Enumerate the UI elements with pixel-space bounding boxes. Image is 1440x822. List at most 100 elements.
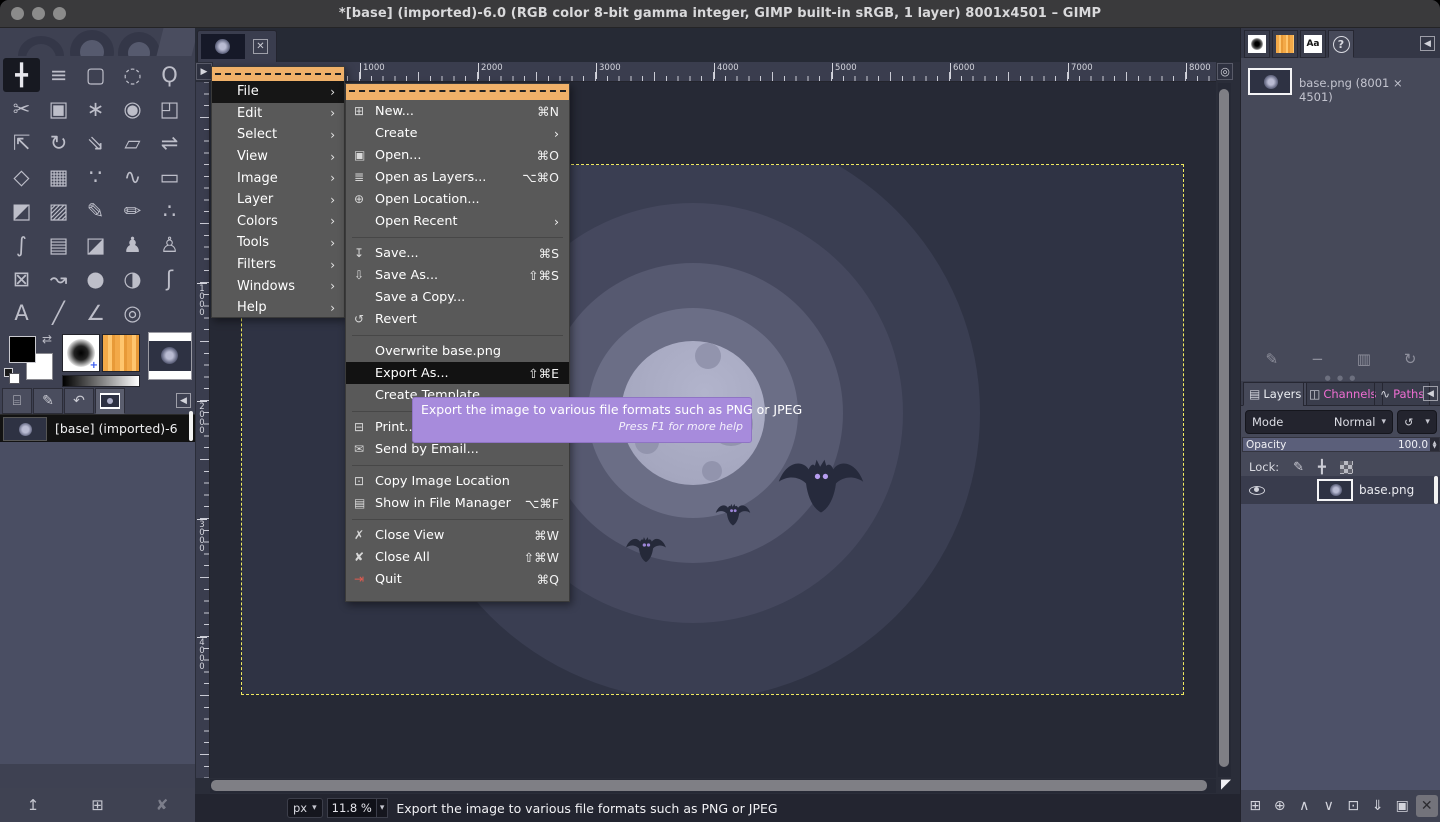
tool-rectangle-select[interactable]: ▢	[77, 58, 114, 92]
tool-zoom[interactable]: ◎	[114, 296, 151, 330]
edit-button[interactable]: ✎	[1266, 350, 1279, 368]
add-layer-mask-button[interactable]: ▣	[1391, 795, 1413, 817]
tool-dodge-burn[interactable]: ◑	[114, 262, 151, 296]
tool-paths[interactable]: ʃ	[151, 262, 188, 296]
tool-airbrush[interactable]: ∴	[151, 194, 188, 228]
file-menu-item-open-location[interactable]: ⊕Open Location...	[346, 188, 569, 210]
raise-displays-button[interactable]: ↥	[20, 793, 46, 817]
active-gradient-preview[interactable]	[62, 375, 140, 387]
tool-cage-transform[interactable]: ▭	[151, 160, 188, 194]
unit-dropdown[interactable]: px ▾	[287, 798, 323, 818]
opacity-slider[interactable]: Opacity 100.0 ▲▼	[1242, 437, 1440, 452]
tool-free-select[interactable]: Ϙ	[151, 58, 188, 92]
file-menu-item-create[interactable]: Create›	[346, 122, 569, 144]
tab-device-status[interactable]: ⌸	[2, 388, 32, 414]
file-menu-item-overwrite[interactable]: Overwrite base.png	[346, 340, 569, 362]
lower-layer-button[interactable]: ∨	[1318, 795, 1340, 817]
file-menu-item-close-view[interactable]: ✗Close View⌘W	[346, 524, 569, 546]
duplicate-layer-button[interactable]: ⊡	[1342, 795, 1364, 817]
tool-3d-transform[interactable]: ▦	[40, 160, 77, 194]
menu-tearoff[interactable]	[346, 84, 569, 100]
tab-channels[interactable]: ◫ Channels	[1303, 382, 1383, 406]
horizontal-scrollbar[interactable]	[210, 779, 1216, 793]
tool-scissors-select[interactable]: ✂	[3, 92, 40, 126]
file-menu-item-copy-image-location[interactable]: ⊡Copy Image Location	[346, 470, 569, 492]
remove-button[interactable]: −	[1311, 350, 1324, 368]
tool-perspective-clone[interactable]: ♙	[151, 228, 188, 262]
image-info-row[interactable]: base.png (8001 × 4501)	[1241, 58, 1440, 118]
image-tab[interactable]: ✕	[197, 30, 277, 62]
delete-image-button[interactable]: ✘	[149, 793, 175, 817]
delete-layer-button[interactable]: ✕	[1416, 795, 1438, 817]
tool-crop[interactable]: ◰	[151, 92, 188, 126]
file-menu-item-save[interactable]: ↧Save...⌘S	[346, 242, 569, 264]
menu-item-filters[interactable]: Filters›	[212, 254, 344, 276]
lock-alpha-icon[interactable]	[1340, 461, 1353, 474]
menu-tearoff[interactable]	[212, 67, 344, 81]
tool-ink[interactable]: ∫	[3, 228, 40, 262]
layer-mode-dropdown[interactable]: Mode Normal ▾	[1245, 410, 1393, 434]
tool-unified-transform[interactable]: ⇱	[3, 126, 40, 160]
refresh-button[interactable]: ↻	[1404, 350, 1417, 368]
menu-item-windows[interactable]: Windows›	[212, 275, 344, 297]
tool-color-picker[interactable]: ╱	[40, 296, 77, 330]
close-tab-icon[interactable]: ✕	[253, 39, 268, 54]
raise-layer-button[interactable]: ∧	[1293, 795, 1315, 817]
tab-patterns[interactable]	[1272, 30, 1298, 58]
zoom-dropdown[interactable]: ▾	[377, 798, 389, 818]
lock-position-icon[interactable]: ╋	[1318, 460, 1326, 475]
tool-paintbrush[interactable]: ✎	[77, 194, 114, 228]
tool-select-by-color[interactable]: ◉	[114, 92, 151, 126]
foreground-color-swatch[interactable]	[9, 336, 36, 363]
horizontal-ruler[interactable]: 10002000300040005000600070008000	[213, 62, 1216, 82]
menu-item-select[interactable]: Select›	[212, 124, 344, 146]
new-layer-button[interactable]: ⊞	[1244, 795, 1266, 817]
tool-foreground-select[interactable]: ▣	[40, 92, 77, 126]
menu-item-help[interactable]: Help›	[212, 297, 344, 319]
navigation-preview-button[interactable]: ◤	[1218, 777, 1234, 793]
tab-images[interactable]	[95, 388, 125, 414]
dock-collapse-icon[interactable]: ◀	[1420, 36, 1435, 51]
lock-pixels-icon[interactable]: ✎	[1293, 460, 1304, 475]
tool-shear[interactable]: ▱	[114, 126, 151, 160]
default-colors-icon[interactable]	[4, 368, 13, 377]
tool-heal[interactable]: ⊠	[3, 262, 40, 296]
images-list-selected-row[interactable]: [base] (imported)-6	[0, 414, 195, 442]
file-menu-item-revert[interactable]: ↺Revert	[346, 308, 569, 330]
close-window-button[interactable]	[11, 7, 24, 20]
file-menu-item-open-as-layers[interactable]: ≣Open as Layers...⌥⌘O	[346, 166, 569, 188]
tool-alignment[interactable]: ≡	[40, 58, 77, 92]
visibility-eye-icon[interactable]	[1249, 486, 1265, 495]
merge-down-button[interactable]: ⇓	[1367, 795, 1389, 817]
vertical-scrollbar[interactable]	[1218, 83, 1231, 777]
tool-mypaint-brush[interactable]: ▤	[40, 228, 77, 262]
menu-item-colors[interactable]: Colors›	[212, 211, 344, 233]
tool-warp-transform[interactable]: ∿	[114, 160, 151, 194]
mode-options-button[interactable]: ↺ ▾	[1397, 410, 1437, 434]
file-menu-item-quit[interactable]: ⇥Quit⌘Q	[346, 568, 569, 590]
zoom-input[interactable]: 11.8 %	[327, 798, 377, 818]
new-layer-group-button[interactable]: ⊕	[1269, 795, 1291, 817]
dock-collapse-icon[interactable]: ◀	[176, 393, 191, 408]
tab-fonts[interactable]: Aa	[1300, 30, 1326, 58]
new-display-button[interactable]: ⊞	[85, 793, 111, 817]
file-menu-item-save-as[interactable]: ⇩Save As...⇧⌘S	[346, 264, 569, 286]
menu-item-tools[interactable]: Tools›	[212, 232, 344, 254]
layers-scrollbar[interactable]	[1434, 476, 1438, 504]
tool-clone[interactable]: ♟	[114, 228, 151, 262]
tab-paths[interactable]: ∿ Paths	[1374, 382, 1430, 406]
tool-pencil[interactable]: ✏	[114, 194, 151, 228]
file-menu-item-export-as[interactable]: Export As...⇧⌘E	[346, 362, 569, 384]
tool-eraser[interactable]: ◪	[77, 228, 114, 262]
menu-item-layer[interactable]: Layer›	[212, 189, 344, 211]
active-brush-preview[interactable]: +	[62, 334, 100, 372]
tool-text[interactable]: A	[3, 296, 40, 330]
tool-bucket-fill[interactable]: ◩	[3, 194, 40, 228]
delete-button[interactable]: ▥	[1357, 350, 1371, 368]
images-scrollbar[interactable]	[189, 411, 193, 441]
layers-list-empty[interactable]	[1241, 504, 1440, 790]
minimize-window-button[interactable]	[32, 7, 45, 20]
tool-rotate[interactable]: ↻	[40, 126, 77, 160]
menu-item-image[interactable]: Image›	[212, 167, 344, 189]
opacity-spinner[interactable]: ▲▼	[1430, 438, 1439, 451]
